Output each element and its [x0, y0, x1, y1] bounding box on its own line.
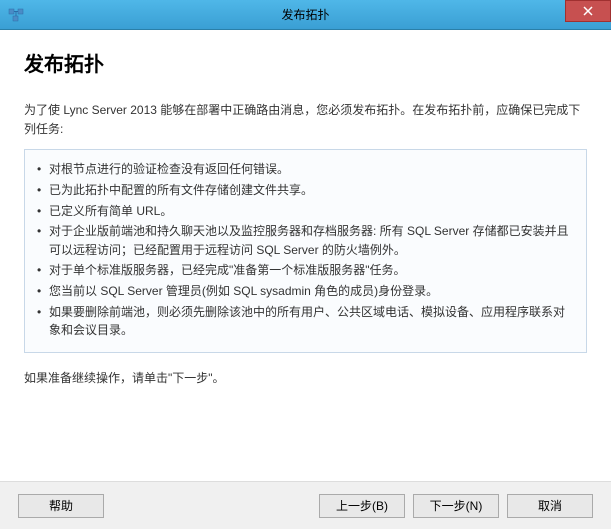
list-item: 对于单个标准版服务器，已经完成"准备第一个标准版服务器"任务。: [35, 261, 572, 280]
cancel-button[interactable]: 取消: [507, 494, 593, 518]
list-item: 您当前以 SQL Server 管理员(例如 SQL sysadmin 角色的成…: [35, 282, 572, 301]
titlebar: 发布拓扑: [0, 0, 611, 30]
button-bar: 帮助 上一步(B) 下一步(N) 取消: [0, 481, 611, 529]
close-icon: [583, 6, 593, 16]
checklist: 对根节点进行的验证检查没有返回任何错误。 已为此拓扑中配置的所有文件存储创建文件…: [35, 160, 572, 339]
intro-text: 为了使 Lync Server 2013 能够在部署中正确路由消息，您必须发布拓…: [24, 101, 587, 139]
list-item: 如果要删除前端池，则必须先删除该池中的所有用户、公共区域电话、模拟设备、应用程序…: [35, 303, 572, 340]
list-item: 对于企业版前端池和持久聊天池以及监控服务器和存档服务器: 所有 SQL Serv…: [35, 222, 572, 259]
window-title: 发布拓扑: [281, 6, 329, 23]
help-button[interactable]: 帮助: [18, 494, 104, 518]
list-item: 已为此拓扑中配置的所有文件存储创建文件共享。: [35, 181, 572, 200]
content-area: 发布拓扑 为了使 Lync Server 2013 能够在部署中正确路由消息，您…: [0, 30, 611, 481]
list-item: 已定义所有简单 URL。: [35, 202, 572, 221]
list-item: 对根节点进行的验证检查没有返回任何错误。: [35, 160, 572, 179]
next-button[interactable]: 下一步(N): [413, 494, 499, 518]
close-button[interactable]: [565, 0, 611, 22]
page-title: 发布拓扑: [24, 48, 587, 77]
back-button[interactable]: 上一步(B): [319, 494, 405, 518]
continue-text: 如果准备继续操作，请单击"下一步"。: [24, 369, 587, 388]
app-icon: [8, 7, 24, 23]
checklist-box: 对根节点进行的验证检查没有返回任何错误。 已为此拓扑中配置的所有文件存储创建文件…: [24, 149, 587, 352]
